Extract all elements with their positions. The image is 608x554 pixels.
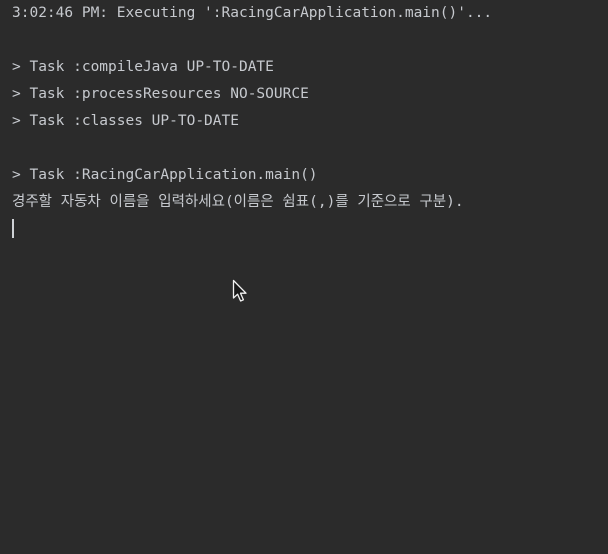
task-line-process-resources: > Task :processResources NO-SOURCE [12,86,309,102]
execution-header: 3:02:46 PM: Executing ':RacingCarApplica… [12,5,493,21]
task-line-main: > Task :RacingCarApplication.main() [12,167,318,183]
run-console[interactable]: 3:02:46 PM: Executing ':RacingCarApplica… [12,3,608,554]
input-prompt: 경주할 자동차 이름을 입력하세요(이름은 쉼표(,)를 기준으로 구분). [12,194,464,210]
task-line-classes: > Task :classes UP-TO-DATE [12,113,239,129]
task-line-compile-java: > Task :compileJava UP-TO-DATE [12,59,274,75]
mouse-pointer-icon [232,279,247,302]
console-input[interactable] [12,219,608,246]
text-caret [12,219,14,238]
